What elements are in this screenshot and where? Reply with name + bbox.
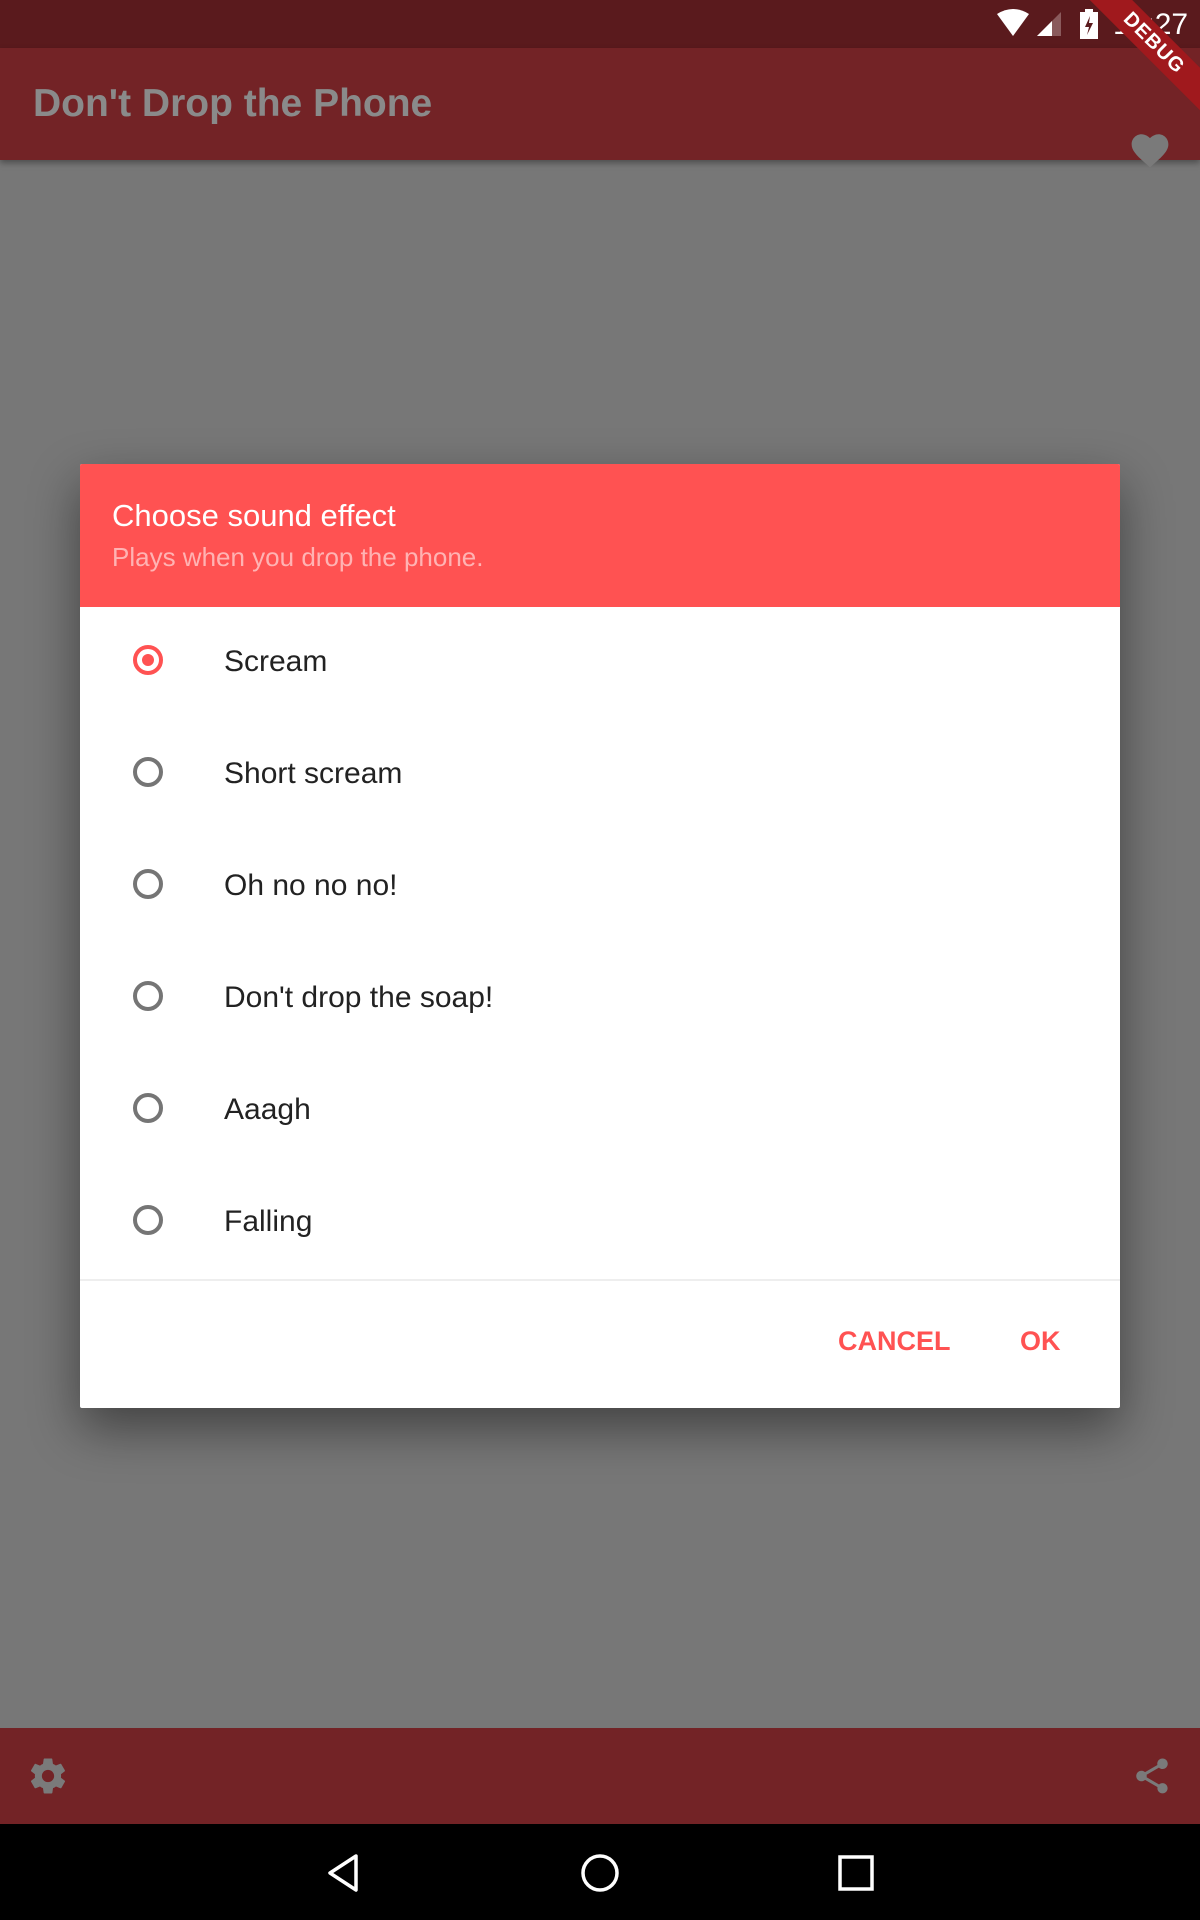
dialog-subtitle: Plays when you drop the phone. xyxy=(112,542,484,572)
radio-unselected-icon[interactable] xyxy=(133,869,163,899)
app-title: Don't Drop the Phone xyxy=(33,82,433,125)
option-dont-drop-the-soap[interactable]: Don't drop the soap! xyxy=(80,943,1120,1055)
heart-icon[interactable] xyxy=(1129,130,1171,170)
option-label: Scream xyxy=(224,645,328,678)
signal-icon xyxy=(1037,12,1061,36)
option-scream[interactable]: Scream xyxy=(80,607,1120,719)
option-aaagh[interactable]: Aaagh xyxy=(80,1055,1120,1167)
option-label: Aaagh xyxy=(224,1093,311,1126)
radio-unselected-icon[interactable] xyxy=(133,981,163,1011)
option-label: Short scream xyxy=(224,757,403,790)
wifi-icon xyxy=(997,9,1029,36)
battery-charging-icon xyxy=(1080,9,1098,39)
back-icon[interactable] xyxy=(326,1853,360,1893)
radio-unselected-icon[interactable] xyxy=(133,757,163,787)
option-label: Oh no no no! xyxy=(224,869,398,902)
option-short-scream[interactable]: Short scream xyxy=(80,719,1120,831)
option-oh-no-no-no[interactable]: Oh no no no! xyxy=(80,831,1120,943)
settings-icon[interactable] xyxy=(27,1755,69,1797)
status-bar: 10:27 xyxy=(0,0,1200,48)
dialog-title: Choose sound effect xyxy=(112,498,396,533)
share-icon[interactable] xyxy=(1131,1755,1173,1797)
option-label: Don't drop the soap! xyxy=(224,981,494,1014)
ok-button[interactable]: OK xyxy=(1020,1326,1061,1357)
bottom-bar xyxy=(0,1728,1200,1824)
option-falling[interactable]: Falling xyxy=(80,1167,1120,1279)
option-label: Falling xyxy=(224,1205,313,1238)
radio-unselected-icon[interactable] xyxy=(133,1205,163,1235)
dialog-divider xyxy=(80,1279,1120,1281)
system-nav-bar xyxy=(0,1824,1200,1920)
cancel-button[interactable]: CANCEL xyxy=(838,1326,951,1357)
home-icon[interactable] xyxy=(580,1853,620,1893)
dialog-header: Choose sound effect Plays when you drop … xyxy=(80,464,1120,607)
recents-icon[interactable] xyxy=(838,1855,874,1891)
app-bar: Don't Drop the Phone xyxy=(0,48,1200,168)
radio-selected-icon[interactable] xyxy=(133,645,163,675)
sound-effect-dialog: Choose sound effect Plays when you drop … xyxy=(80,464,1120,1408)
radio-unselected-icon[interactable] xyxy=(133,1093,163,1123)
